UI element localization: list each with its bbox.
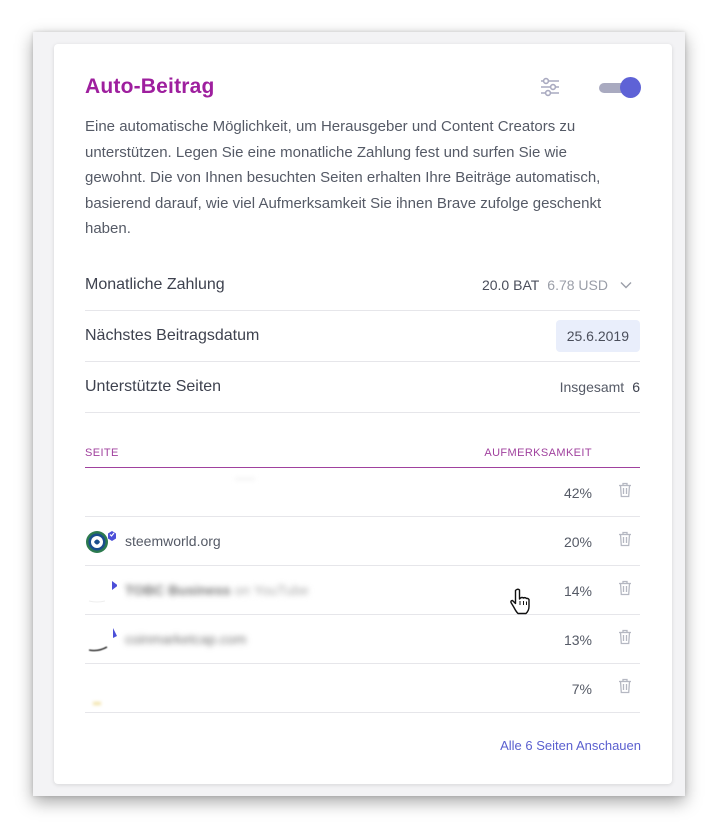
- attention-percent: 14%: [563, 583, 592, 599]
- steemworld-favicon: [86, 531, 116, 553]
- sites-table-header: SEITE AUFMERKSAMKEIT: [85, 440, 640, 468]
- next-contribution-date: 25.6.2019: [555, 320, 640, 352]
- attention-percent: 42%: [563, 485, 592, 501]
- channel-suffix: on YouTube: [234, 582, 309, 598]
- site-cell[interactable]: TOBC Business on YouTube: [85, 566, 309, 614]
- total-label: Insgesamt: [559, 379, 625, 395]
- trash-icon[interactable]: [618, 531, 632, 547]
- table-row: TOBC Business on YouTube 14%: [85, 566, 640, 615]
- panel-description: Eine automatische Möglichkeit, um Heraus…: [85, 118, 602, 237]
- table-row: 7%: [85, 664, 640, 713]
- next-contribution-label: Nächstes Beitragsdatum: [85, 327, 260, 344]
- hand-cursor-icon: [510, 588, 530, 615]
- auto-contribute-panel: Auto-Beitrag Eine automatische Möglichke…: [54, 44, 672, 784]
- attention-percent: 7%: [571, 681, 592, 697]
- toggle-knob: [620, 77, 641, 98]
- site-cell[interactable]: steemworld.org: [85, 517, 221, 565]
- supported-sites-row: Unterstützte Seiten Insgesamt 6: [85, 362, 640, 413]
- table-row: coinmarketcap.com 13%: [85, 615, 640, 664]
- site-cell[interactable]: coinmarketcap.com: [85, 615, 246, 663]
- payment-usd-value: 6.78 USD: [547, 277, 608, 293]
- blurred-favicon: [235, 478, 255, 480]
- chevron-down-icon: [620, 282, 632, 289]
- settings-sliders-icon[interactable]: [539, 76, 561, 98]
- table-row: 42%: [85, 468, 640, 517]
- trash-icon[interactable]: [618, 482, 632, 498]
- blurred-favicon: [93, 701, 101, 705]
- table-row: steemworld.org 20%: [85, 517, 640, 566]
- site-cell[interactable]: [85, 664, 109, 712]
- channel-name: TOBC Business: [125, 582, 231, 598]
- verified-badge-icon: [88, 628, 117, 652]
- next-contribution-row: Nächstes Beitragsdatum 25.6.2019: [85, 311, 640, 362]
- supported-sites-label: Unterstützte Seiten: [85, 378, 222, 395]
- trash-icon[interactable]: [618, 629, 632, 645]
- auto-contribute-toggle[interactable]: [599, 77, 641, 99]
- site-name: coinmarketcap.com: [125, 631, 247, 647]
- monthly-payment-select[interactable]: 20.0 BAT 6.78 USD: [482, 277, 640, 293]
- supported-sites-total: Insgesamt 6: [560, 379, 640, 395]
- panel-title: Auto-Beitrag: [85, 75, 215, 98]
- see-all-sites-link[interactable]: Alle 6 Seiten Anschauen: [500, 738, 641, 753]
- trash-icon[interactable]: [618, 580, 632, 596]
- monthly-payment-label: Monatliche Zahlung: [85, 276, 225, 293]
- site-cell[interactable]: [85, 468, 263, 516]
- site-name: steemworld.org: [125, 533, 221, 549]
- column-site: SEITE: [85, 447, 119, 459]
- verified-badge-icon: [88, 581, 117, 603]
- trash-icon[interactable]: [618, 678, 632, 694]
- site-name: TOBC Business on YouTube: [125, 582, 309, 598]
- column-attention: AUFMERKSAMKEIT: [484, 447, 592, 459]
- attention-percent: 20%: [563, 534, 592, 550]
- total-count: 6: [632, 379, 640, 395]
- payment-bat-value: 20.0 BAT: [481, 277, 540, 293]
- monthly-payment-row: Monatliche Zahlung 20.0 BAT 6.78 USD: [85, 260, 640, 311]
- attention-percent: 13%: [563, 632, 592, 648]
